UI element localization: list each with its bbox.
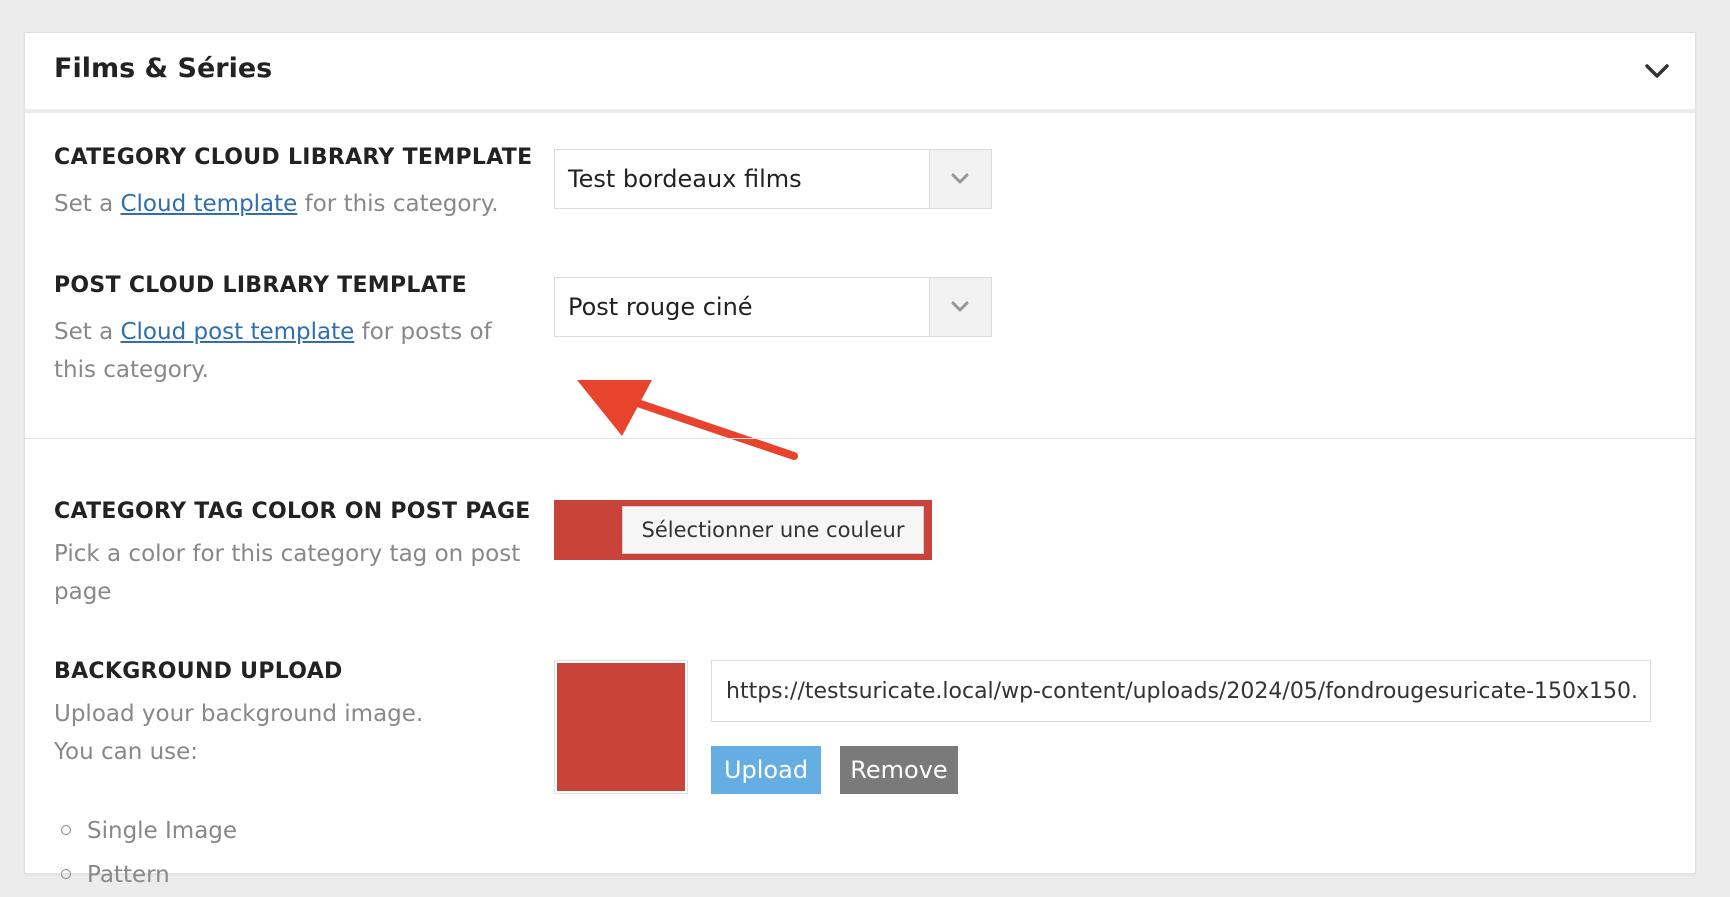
chevron-down-icon[interactable]: [1639, 53, 1675, 89]
category-template-selected: Test bordeaux films: [568, 165, 802, 193]
circle-bullet-icon: [61, 869, 71, 879]
category-settings-panel: Films & Séries CATEGORY CLOUD LIBRARY TE…: [24, 32, 1696, 888]
panel-title: Films & Séries: [54, 53, 273, 84]
chevron-down-icon: [951, 173, 969, 184]
option-label: Single Image: [87, 818, 238, 844]
select-color-button[interactable]: Sélectionner une couleur: [622, 506, 924, 554]
annotation-arrow-icon: [577, 380, 798, 460]
desc-line: You can use:: [54, 739, 199, 765]
color-picker[interactable]: Sélectionner une couleur: [554, 500, 932, 560]
background-upload-label: BACKGROUND UPLOAD: [54, 659, 343, 684]
cloud-template-link[interactable]: Cloud template: [120, 191, 297, 217]
list-item: Pattern: [54, 853, 237, 897]
desc-line: Upload your background image.: [54, 701, 424, 727]
tag-color-label: CATEGORY TAG COLOR ON POST PAGE: [54, 499, 531, 524]
desc-text: for this category.: [297, 191, 499, 217]
tag-color-description: Pick a color for this category tag on po…: [54, 541, 521, 605]
select-arrow[interactable]: [929, 150, 991, 208]
remove-button[interactable]: Remove: [840, 746, 958, 794]
cloud-post-template-link[interactable]: Cloud post template: [120, 319, 354, 345]
background-upload-description: Upload your background image. You can us…: [54, 695, 534, 771]
background-preview-image: [557, 663, 685, 791]
post-template-selected: Post rouge ciné: [568, 293, 753, 321]
desc-text: Set a: [54, 319, 121, 345]
option-label: Pattern: [87, 862, 170, 888]
category-template-label: CATEGORY CLOUD LIBRARY TEMPLATE: [54, 145, 533, 170]
post-template-select[interactable]: Post rouge ciné: [554, 277, 992, 337]
post-template-label: POST CLOUD LIBRARY TEMPLATE: [54, 273, 467, 298]
panel-header[interactable]: Films & Séries: [25, 33, 1695, 113]
desc-text: Set a: [54, 191, 121, 217]
background-preview: [554, 660, 688, 794]
select-arrow[interactable]: [929, 278, 991, 336]
category-template-description: Set a Cloud template for this category.: [54, 185, 534, 223]
list-item: Single Image: [54, 809, 237, 853]
chevron-down-icon: [951, 301, 969, 312]
category-template-select[interactable]: Test bordeaux films: [554, 149, 992, 209]
circle-bullet-icon: [61, 825, 71, 835]
section-divider: [25, 438, 1695, 439]
post-template-description: Set a Cloud post template for posts of t…: [54, 313, 534, 389]
upload-button[interactable]: Upload: [711, 746, 821, 794]
background-url-input[interactable]: [711, 660, 1651, 722]
background-options-list: Single Image Pattern: [54, 809, 237, 897]
